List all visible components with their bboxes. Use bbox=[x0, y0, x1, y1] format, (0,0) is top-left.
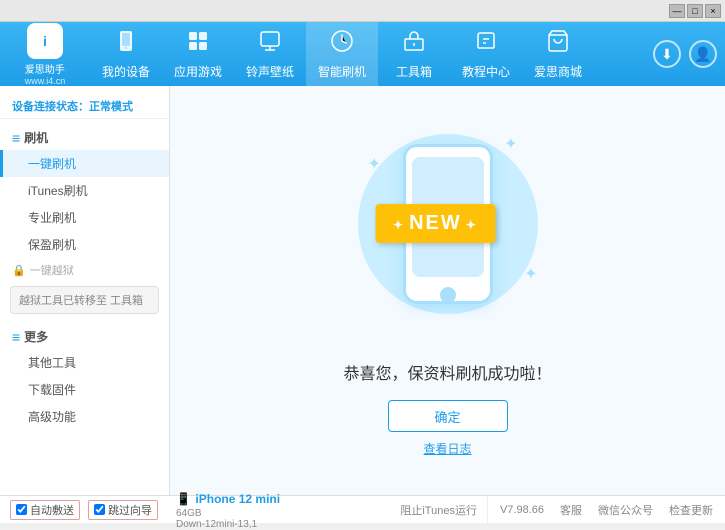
success-title: 恭喜您，保资料刷机成功啦！ bbox=[343, 360, 551, 384]
nav-apps-games[interactable]: 应用游戏 bbox=[162, 22, 234, 86]
nav-tutorial[interactable]: 教程中心 bbox=[450, 22, 522, 86]
device-info: 📱 iPhone 12 mini 64GB Down-12mini-13,1 bbox=[176, 490, 280, 530]
logo[interactable]: i 爱思助手 www.i4.cn bbox=[0, 23, 90, 86]
more-section-icon: ≡ bbox=[12, 329, 20, 345]
phone-home-btn bbox=[440, 287, 456, 303]
download-btn[interactable]: ⬇ bbox=[653, 40, 681, 68]
bottom-left: 自动敷送 跳过向导 📱 iPhone 12 mini 64GB Down-12m… bbox=[0, 496, 488, 523]
shop-icon bbox=[546, 29, 570, 59]
lock-icon: 🔒 bbox=[12, 264, 26, 277]
title-bar: — □ × bbox=[0, 0, 725, 22]
auto-push-checkbox[interactable] bbox=[16, 504, 27, 515]
ringtone-icon bbox=[258, 29, 282, 59]
skip-wizard-checkbox-label[interactable]: 跳过向导 bbox=[88, 500, 158, 520]
version-text: V7.98.66 bbox=[500, 504, 544, 516]
nav-shop[interactable]: 爱思商城 bbox=[522, 22, 594, 86]
main-layout: 设备连接状态：正常模式 ≡ 刷机 一键刷机 iTunes刷机 专业刷机 保盈刷机… bbox=[0, 86, 725, 495]
support-link[interactable]: 客服 bbox=[560, 502, 582, 518]
nav-my-device-label: 我的设备 bbox=[102, 63, 150, 80]
nav-right: ⬇ 👤 bbox=[653, 40, 725, 68]
apps-icon bbox=[186, 29, 210, 59]
update-link[interactable]: 检查更新 bbox=[669, 502, 713, 518]
close-btn[interactable]: × bbox=[705, 4, 721, 18]
maximize-btn[interactable]: □ bbox=[687, 4, 703, 18]
flash-section-icon: ≡ bbox=[12, 130, 20, 146]
connection-status: 设备连接状态：正常模式 bbox=[0, 94, 169, 119]
sidebar-item-save-flash[interactable]: 保盈刷机 bbox=[0, 231, 169, 258]
log-link[interactable]: 查看日志 bbox=[423, 440, 471, 457]
sidebar: 设备连接状态：正常模式 ≡ 刷机 一键刷机 iTunes刷机 专业刷机 保盈刷机… bbox=[0, 86, 170, 495]
nav-items: 我的设备 应用游戏 铃声壁纸 智能刷机 工具箱 bbox=[90, 22, 653, 86]
auto-push-label: 自动敷送 bbox=[30, 502, 74, 518]
nav-smart-flash-label: 智能刷机 bbox=[318, 63, 366, 80]
sparkle-3: ✦ bbox=[524, 264, 537, 284]
sidebar-section-flash: ≡ 刷机 bbox=[0, 125, 169, 150]
status-label-text: 设备连接状态： bbox=[12, 101, 89, 113]
jailbreak-info-text: 越狱工具已转移至 工具箱 bbox=[19, 295, 143, 307]
nav-shop-label: 爱思商城 bbox=[534, 63, 582, 80]
nav-toolbox-label: 工具箱 bbox=[396, 63, 432, 80]
tutorial-icon bbox=[474, 29, 498, 59]
device-storage: 64GB bbox=[176, 508, 280, 519]
sidebar-item-advanced[interactable]: 高级功能 bbox=[0, 403, 169, 430]
jailbreak-info-box: 越狱工具已转移至 工具箱 bbox=[10, 286, 159, 314]
new-banner: NEW bbox=[375, 204, 496, 243]
nav-toolbox[interactable]: 工具箱 bbox=[378, 22, 450, 86]
sidebar-disabled-jailbreak: 🔒 一键越狱 bbox=[0, 258, 169, 282]
flash-icon bbox=[330, 29, 354, 59]
sidebar-item-pro-flash[interactable]: 专业刷机 bbox=[0, 204, 169, 231]
logo-icon: i bbox=[27, 23, 63, 59]
user-btn[interactable]: 👤 bbox=[689, 40, 717, 68]
device-name: iPhone 12 mini bbox=[195, 492, 280, 506]
skip-wizard-checkbox[interactable] bbox=[94, 504, 105, 515]
skip-wizard-label: 跳过向导 bbox=[108, 502, 152, 518]
bottom-bar: 自动敷送 跳过向导 📱 iPhone 12 mini 64GB Down-12m… bbox=[0, 495, 725, 523]
sidebar-item-itunes-flash[interactable]: iTunes刷机 bbox=[0, 177, 169, 204]
minimize-btn[interactable]: — bbox=[669, 4, 685, 18]
main-content: NEW ✦ ✦ ✦ 恭喜您，保资料刷机成功啦！ 确定 查看日志 bbox=[170, 86, 725, 495]
nav-apps-label: 应用游戏 bbox=[174, 63, 222, 80]
top-nav: i 爱思助手 www.i4.cn 我的设备 应用游戏 铃声壁纸 bbox=[0, 22, 725, 86]
nav-ringtone[interactable]: 铃声壁纸 bbox=[234, 22, 306, 86]
device-icon-small: 📱 bbox=[176, 492, 191, 506]
sidebar-item-download-firmware[interactable]: 下载固件 bbox=[0, 376, 169, 403]
stop-itunes-btn[interactable]: 阻止iTunes运行 bbox=[400, 502, 477, 518]
success-illustration: NEW ✦ ✦ ✦ bbox=[348, 124, 548, 344]
nav-tutorial-label: 教程中心 bbox=[462, 63, 510, 80]
device-icon bbox=[114, 29, 138, 59]
bottom-right: V7.98.66 客服 微信公众号 检查更新 bbox=[488, 496, 725, 523]
nav-my-device[interactable]: 我的设备 bbox=[90, 22, 162, 86]
device-model: Down-12mini-13,1 bbox=[176, 519, 280, 530]
sidebar-section-more: ≡ 更多 bbox=[0, 324, 169, 349]
auto-push-checkbox-label[interactable]: 自动敷送 bbox=[10, 500, 80, 520]
sidebar-item-other-tools[interactable]: 其他工具 bbox=[0, 349, 169, 376]
sparkle-2: ✦ bbox=[504, 134, 517, 154]
logo-text: 爱思助手 www.i4.cn bbox=[25, 61, 66, 86]
sidebar-item-one-click-flash[interactable]: 一键刷机 bbox=[0, 150, 169, 177]
more-section-label: 更多 bbox=[24, 328, 48, 345]
nav-ringtone-label: 铃声壁纸 bbox=[246, 63, 294, 80]
status-value: 正常模式 bbox=[89, 101, 133, 113]
confirm-button[interactable]: 确定 bbox=[388, 400, 508, 432]
jailbreak-label: 一键越狱 bbox=[30, 262, 74, 278]
wechat-link[interactable]: 微信公众号 bbox=[598, 502, 653, 518]
nav-smart-flash[interactable]: 智能刷机 bbox=[306, 22, 378, 86]
sparkle-1: ✦ bbox=[368, 154, 381, 174]
flash-section-label: 刷机 bbox=[24, 129, 48, 146]
toolbox-icon bbox=[402, 29, 426, 59]
